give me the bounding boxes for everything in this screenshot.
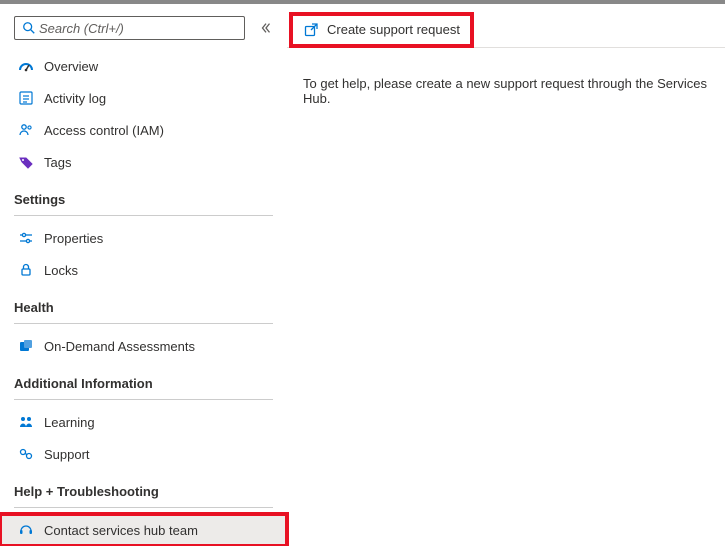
toolbar-button-label: Create support request xyxy=(327,22,460,37)
section-divider xyxy=(14,215,273,216)
collapse-sidebar-button[interactable] xyxy=(259,21,273,35)
activity-log-icon xyxy=(18,90,34,106)
sliders-icon xyxy=(18,230,34,246)
sidebar-item-label: Access control (IAM) xyxy=(44,123,164,138)
sidebar-item-overview[interactable]: Overview xyxy=(0,50,287,82)
sidebar-item-label: Contact services hub team xyxy=(44,523,198,538)
sidebar-item-label: Tags xyxy=(44,155,71,170)
section-divider xyxy=(14,399,273,400)
section-title-help: Help + Troubleshooting xyxy=(0,470,287,505)
section-title-settings: Settings xyxy=(0,178,287,213)
sidebar-item-label: Locks xyxy=(44,263,78,278)
people-icon xyxy=(18,122,34,138)
main-content: Create support request To get help, plea… xyxy=(287,4,725,541)
learning-icon xyxy=(18,414,34,430)
sidebar-item-learning[interactable]: Learning xyxy=(0,406,287,438)
section-title-additional: Additional Information xyxy=(0,362,287,397)
sidebar-item-label: Support xyxy=(44,447,90,462)
sidebar-item-contact-services-hub[interactable]: Contact services hub team xyxy=(0,514,287,546)
sidebar-item-label: Learning xyxy=(44,415,95,430)
sidebar-item-on-demand-assessments[interactable]: On-Demand Assessments xyxy=(0,330,287,362)
create-support-request-button[interactable]: Create support request xyxy=(293,16,470,44)
assessment-icon xyxy=(18,338,34,354)
section-divider xyxy=(14,323,273,324)
sidebar-item-locks[interactable]: Locks xyxy=(0,254,287,286)
sidebar-item-activity-log[interactable]: Activity log xyxy=(0,82,287,114)
sidebar-item-tags[interactable]: Tags xyxy=(0,146,287,178)
section-divider xyxy=(14,507,273,508)
search-input-container[interactable] xyxy=(14,16,245,40)
toolbar: Create support request xyxy=(287,12,725,48)
sidebar-item-label: Activity log xyxy=(44,91,106,106)
description-text: To get help, please create a new support… xyxy=(287,48,725,106)
support-icon xyxy=(18,446,34,462)
sidebar-item-label: On-Demand Assessments xyxy=(44,339,195,354)
lock-icon xyxy=(18,262,34,278)
tag-icon xyxy=(18,154,34,170)
search-row xyxy=(0,16,287,50)
external-link-icon xyxy=(303,22,319,38)
headset-icon xyxy=(18,522,34,538)
sidebar: Overview Activity log Access control (IA… xyxy=(0,4,287,541)
sidebar-item-support[interactable]: Support xyxy=(0,438,287,470)
sidebar-item-label: Overview xyxy=(44,59,98,74)
sidebar-item-access-control[interactable]: Access control (IAM) xyxy=(0,114,287,146)
search-input[interactable] xyxy=(37,20,238,37)
overview-icon xyxy=(18,58,34,74)
sidebar-item-label: Properties xyxy=(44,231,103,246)
search-icon xyxy=(21,20,37,36)
sidebar-item-properties[interactable]: Properties xyxy=(0,222,287,254)
section-title-health: Health xyxy=(0,286,287,321)
